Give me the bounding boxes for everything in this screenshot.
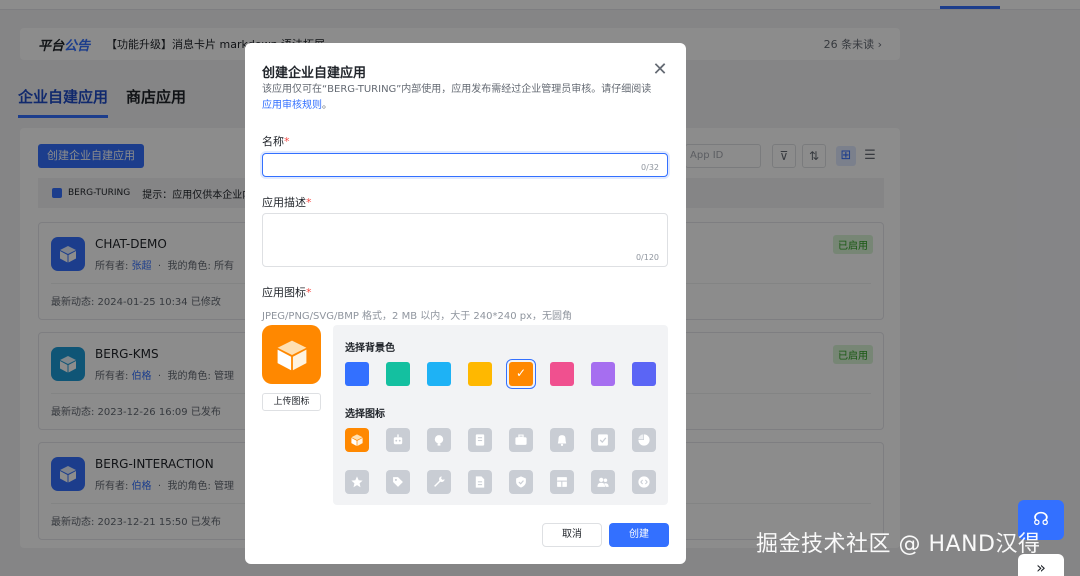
color-swatch[interactable] bbox=[427, 362, 451, 386]
double-chevron-right-icon: » bbox=[1036, 558, 1046, 576]
dialog-description: 该应用仅可在“BERG-TURING”内部使用，应用发布需经过企业管理员审核。请… bbox=[262, 84, 652, 111]
star-icon[interactable] bbox=[345, 470, 369, 494]
name-input[interactable]: 0/32 bbox=[262, 153, 668, 177]
bulb-icon[interactable] bbox=[427, 428, 451, 452]
bg-color-label: 选择背景色 bbox=[345, 343, 395, 354]
document-icon[interactable] bbox=[468, 428, 492, 452]
name-char-counter: 0/32 bbox=[641, 163, 659, 172]
icon-pick-label: 选择图标 bbox=[345, 409, 385, 420]
box-icon[interactable] bbox=[345, 428, 369, 452]
cancel-button[interactable]: 取消 bbox=[542, 523, 602, 547]
wrench-icon[interactable] bbox=[427, 470, 451, 494]
code-icon[interactable] bbox=[632, 470, 656, 494]
color-swatch[interactable] bbox=[386, 362, 410, 386]
description-char-counter: 0/120 bbox=[635, 253, 659, 262]
file-icon[interactable] bbox=[468, 470, 492, 494]
layout-icon[interactable] bbox=[550, 470, 574, 494]
icon-format-hint: JPEG/PNG/SVG/BMP 格式，2 MB 以内，大于 240*240 p… bbox=[262, 311, 573, 322]
name-label: 名称* bbox=[262, 135, 290, 148]
checklist-icon[interactable] bbox=[591, 428, 615, 452]
dialog-title: 创建企业自建应用 bbox=[262, 66, 367, 81]
description-label: 应用描述* bbox=[262, 196, 312, 209]
tag-icon[interactable] bbox=[386, 470, 410, 494]
upload-icon-button[interactable]: 上传图标 bbox=[262, 393, 321, 411]
icon-picker: 选择背景色 ✓ 选择图标 bbox=[333, 325, 668, 505]
color-swatch[interactable] bbox=[468, 362, 492, 386]
close-icon[interactable]: ✕ bbox=[651, 61, 669, 79]
color-swatch[interactable] bbox=[345, 362, 369, 386]
create-button[interactable]: 创建 bbox=[609, 523, 669, 547]
watermark: 掘金技术社区 @ HAND汉得 bbox=[756, 532, 1041, 557]
users-icon[interactable] bbox=[591, 470, 615, 494]
color-swatch[interactable] bbox=[632, 362, 656, 386]
color-swatch[interactable] bbox=[591, 362, 615, 386]
briefcase-icon[interactable] bbox=[509, 428, 533, 452]
bell-icon[interactable] bbox=[550, 428, 574, 452]
pie-chart-icon[interactable] bbox=[632, 428, 656, 452]
description-textarea[interactable]: 0/120 bbox=[262, 213, 668, 267]
color-swatch[interactable]: ✓ bbox=[509, 362, 533, 386]
icon-preview bbox=[262, 325, 321, 384]
create-app-dialog: 创建企业自建应用 ✕ 该应用仅可在“BERG-TURING”内部使用，应用发布需… bbox=[245, 43, 686, 564]
color-swatch[interactable] bbox=[550, 362, 574, 386]
box-icon bbox=[277, 340, 306, 370]
robot-icon[interactable] bbox=[386, 428, 410, 452]
shield-icon[interactable] bbox=[509, 470, 533, 494]
review-rules-link[interactable]: 应用审核规则 bbox=[262, 100, 322, 111]
app-icon-label: 应用图标* bbox=[262, 286, 312, 299]
